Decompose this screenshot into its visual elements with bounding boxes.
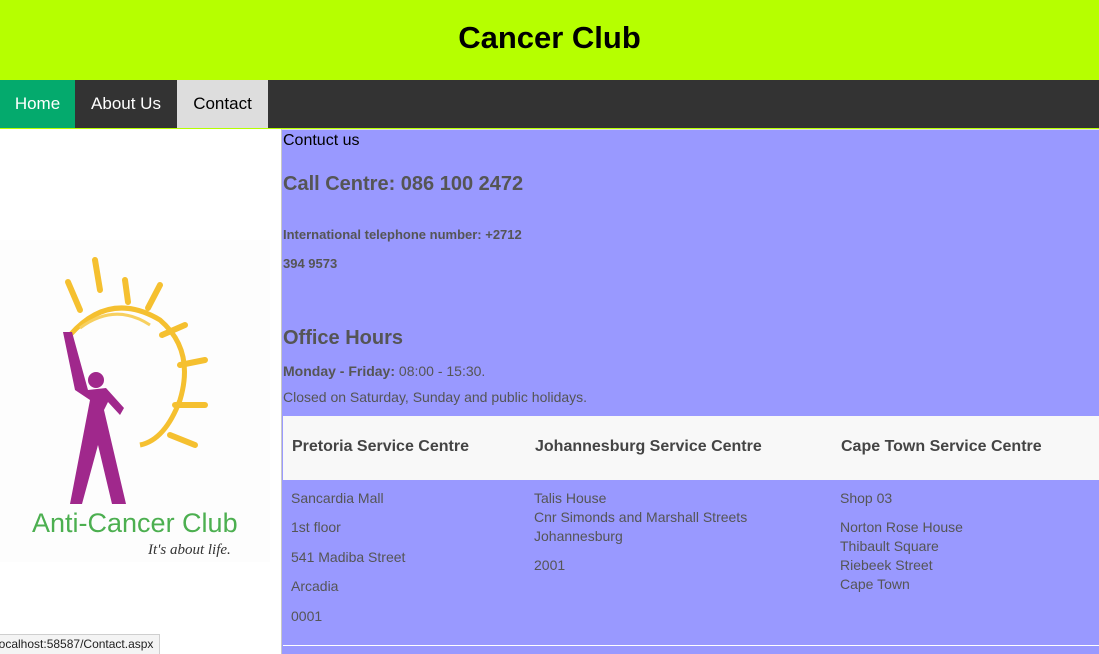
call-centre-heading: Call Centre: 086 100 2472 <box>283 173 524 195</box>
cape-town-address-line: Norton Rose House <box>840 519 963 535</box>
pretoria-postal-code: 0001 <box>291 608 323 624</box>
cape-town-address-line: Thibault Square <box>840 538 939 554</box>
browser-status-bar: localhost:58587/Contact.aspx <box>0 634 161 654</box>
johannesburg-address-line: Cnr Simonds and Marshall Streets <box>534 509 748 525</box>
cape-town-address-line: Shop 03 <box>840 490 893 506</box>
cape-town-header: Cape Town Service Centre <box>841 438 1042 455</box>
site-title: Cancer Club <box>458 20 641 55</box>
johannesburg-address-line: Talis House <box>534 490 607 506</box>
office-hours-heading: Office Hours <box>283 327 404 349</box>
pretoria-address-line: 541 Madiba Street <box>291 549 406 565</box>
service-centres-header-row: Pretoria Service Centre Johannesburg Ser… <box>283 416 1099 480</box>
table-bottom-border <box>283 645 1099 646</box>
johannesburg-header: Johannesburg Service Centre <box>535 438 762 455</box>
johannesburg-postal-code: 2001 <box>534 557 566 573</box>
pretoria-address-line: Arcadia <box>291 578 339 594</box>
days-label: Monday - Friday: <box>283 363 396 379</box>
svg-text:Anti-Cancer Club: Anti-Cancer Club <box>32 508 238 538</box>
pretoria-address-line: 1st floor <box>291 519 341 535</box>
nav-contact[interactable]: Contact <box>177 80 268 128</box>
anti-cancer-club-logo: Anti-Cancer Club It's about life. <box>0 240 270 562</box>
status-url: localhost:58587/Contact.aspx <box>0 637 154 651</box>
international-number-line-1: International telephone number: +2712 <box>283 227 522 242</box>
johannesburg-address-line: Johannesburg <box>534 528 623 544</box>
closed-note: Closed on Saturday, Sunday and public ho… <box>283 389 588 405</box>
cape-town-address-line: Cape Town <box>840 576 910 592</box>
contact-intro: Contuct us <box>283 132 360 149</box>
nav-about-us[interactable]: About Us <box>75 80 177 128</box>
pretoria-header: Pretoria Service Centre <box>292 438 469 455</box>
contact-content: Contuct us Call Centre: 086 100 2472 Int… <box>281 129 1099 654</box>
cape-town-address-line: Riebeek Street <box>840 557 933 573</box>
international-number-line-2: 394 9573 <box>283 256 338 271</box>
days-time: 08:00 - 15:30. <box>398 363 486 379</box>
svg-text:It's about life.: It's about life. <box>147 542 231 558</box>
pretoria-address-line: Sancardia Mall <box>291 490 384 506</box>
nav-home[interactable]: Home <box>0 80 75 128</box>
office-hours-days: Monday - Friday: 08:00 - 15:30. <box>283 363 485 379</box>
top-nav: Home About Us Contact <box>0 80 1099 129</box>
site-header: Cancer Club <box>0 0 1099 80</box>
